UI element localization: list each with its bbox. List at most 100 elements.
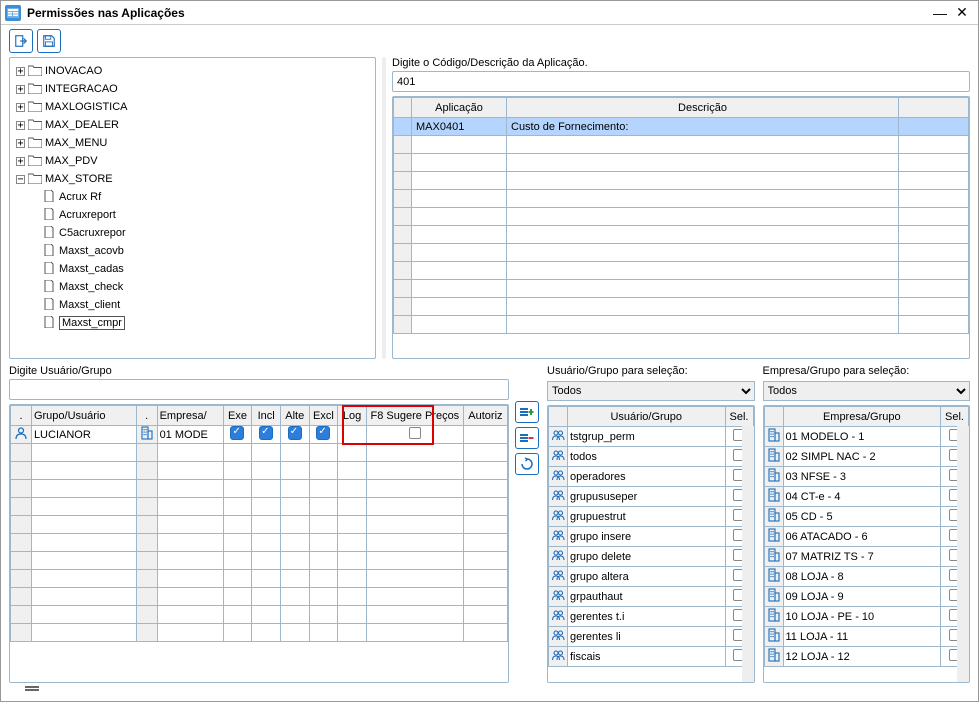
checkbox-checked-icon[interactable]: [288, 426, 302, 440]
app-row[interactable]: [394, 316, 969, 334]
app-row[interactable]: MAX0401Custo de Fornecimento:: [394, 118, 969, 136]
user-row[interactable]: grpauthaut: [549, 587, 754, 607]
company-row[interactable]: 04 CT-e - 4: [764, 487, 969, 507]
company-row[interactable]: 12 LOJA - 12: [764, 647, 969, 667]
resize-handle[interactable]: [25, 689, 39, 691]
company-row[interactable]: 10 LOJA - PE - 10: [764, 607, 969, 627]
perm-row[interactable]: [11, 480, 508, 498]
app-row[interactable]: [394, 136, 969, 154]
save-button[interactable]: [37, 29, 61, 53]
collapse-icon[interactable]: −: [16, 175, 25, 184]
perm-row[interactable]: [11, 444, 508, 462]
user-row[interactable]: grupo insere: [549, 527, 754, 547]
permissions-table[interactable]: . Grupo/Usuário . Empresa/ Exe Incl Alte…: [9, 404, 509, 683]
tree-file[interactable]: Maxst_client: [14, 296, 375, 314]
company-row[interactable]: 01 MODELO - 1: [764, 427, 969, 447]
perm-row[interactable]: [11, 624, 508, 642]
expand-icon[interactable]: +: [16, 103, 25, 112]
perm-row[interactable]: LUCIANOR01 MODE: [11, 426, 508, 444]
tree-file[interactable]: Acrux Rf: [14, 188, 375, 206]
tree-folder[interactable]: +MAX_PDV: [14, 152, 375, 170]
company-row[interactable]: 03 NFSE - 3: [764, 467, 969, 487]
app-row[interactable]: [394, 190, 969, 208]
col-app[interactable]: Aplicação: [412, 98, 507, 118]
tree-folder[interactable]: +MAX_DEALER: [14, 116, 375, 134]
user-row[interactable]: todos: [549, 447, 754, 467]
tree-folder[interactable]: +INTEGRACAO: [14, 80, 375, 98]
user-group-select[interactable]: Todos: [547, 381, 755, 401]
checkbox-checked-icon[interactable]: [230, 426, 244, 440]
user-row[interactable]: tstgrup_perm: [549, 427, 754, 447]
perm-row[interactable]: [11, 462, 508, 480]
scrollbar[interactable]: [742, 426, 754, 682]
app-row[interactable]: [394, 172, 969, 190]
app-row[interactable]: [394, 208, 969, 226]
expand-icon[interactable]: +: [16, 121, 25, 130]
perm-row[interactable]: [11, 516, 508, 534]
company-row[interactable]: 07 MATRIZ TS - 7: [764, 547, 969, 567]
perm-row[interactable]: [11, 552, 508, 570]
app-row[interactable]: [394, 154, 969, 172]
tree-file[interactable]: Maxst_cadas: [14, 260, 375, 278]
close-button[interactable]: ✕: [952, 4, 972, 22]
tree-file[interactable]: Maxst_cmpr: [14, 314, 375, 332]
user-search-input[interactable]: [9, 379, 509, 400]
perm-row[interactable]: [11, 606, 508, 624]
user-row[interactable]: grupo altera: [549, 567, 754, 587]
tree-file[interactable]: Acruxreport: [14, 206, 375, 224]
tree-folder[interactable]: +INOVACAO: [14, 62, 375, 80]
user-row[interactable]: gerentes t.i: [549, 607, 754, 627]
scrollbar[interactable]: [957, 426, 969, 682]
perm-row[interactable]: [11, 588, 508, 606]
remove-row-button[interactable]: [515, 427, 539, 449]
file-icon: [44, 298, 56, 312]
company-row[interactable]: 06 ATACADO - 6: [764, 527, 969, 547]
user-row[interactable]: fiscais: [549, 647, 754, 667]
company-group-select[interactable]: Todos: [763, 381, 971, 401]
company-row[interactable]: 08 LOJA - 8: [764, 567, 969, 587]
tree-folder[interactable]: +MAX_MENU: [14, 134, 375, 152]
minimize-button[interactable]: —: [930, 4, 950, 22]
company-row[interactable]: 05 CD - 5: [764, 507, 969, 527]
app-row[interactable]: [394, 280, 969, 298]
tree-folder[interactable]: +MAXLOGISTICA: [14, 98, 375, 116]
col-desc[interactable]: Descrição: [507, 98, 899, 118]
perm-row[interactable]: [11, 534, 508, 552]
tree-file[interactable]: Maxst_acovb: [14, 242, 375, 260]
tree-folder[interactable]: −MAX_STORE: [14, 170, 375, 188]
company-group-table[interactable]: Empresa/GrupoSel. 01 MODELO - 102 SIMPL …: [763, 405, 971, 683]
app-row[interactable]: [394, 262, 969, 280]
checkbox-checked-icon[interactable]: [316, 426, 330, 440]
refresh-button[interactable]: [515, 453, 539, 475]
apps-table[interactable]: Aplicação Descrição MAX0401Custo de Forn…: [392, 96, 970, 359]
vertical-resizer[interactable]: [382, 57, 386, 359]
folder-icon: [28, 65, 42, 77]
checkbox-checked-icon[interactable]: [259, 426, 273, 440]
app-row[interactable]: [394, 226, 969, 244]
add-row-button[interactable]: [515, 401, 539, 423]
checkbox-icon[interactable]: [409, 427, 421, 439]
app-row[interactable]: [394, 298, 969, 316]
user-group-table[interactable]: Usuário/GrupoSel. tstgrup_permtodosopera…: [547, 405, 755, 683]
export-button[interactable]: [9, 29, 33, 53]
expand-icon[interactable]: +: [16, 85, 25, 94]
tree-file[interactable]: Maxst_check: [14, 278, 375, 296]
user-row[interactable]: grupo delete: [549, 547, 754, 567]
title-bar: Permissões nas Aplicações — ✕: [1, 1, 978, 25]
user-row[interactable]: operadores: [549, 467, 754, 487]
company-row[interactable]: 09 LOJA - 9: [764, 587, 969, 607]
app-search-input[interactable]: [392, 71, 970, 92]
tree-panel[interactable]: +INOVACAO+INTEGRACAO+MAXLOGISTICA+MAX_DE…: [9, 57, 376, 359]
user-row[interactable]: grupuestrut: [549, 507, 754, 527]
tree-file[interactable]: C5acruxrepor: [14, 224, 375, 242]
perm-row[interactable]: [11, 498, 508, 516]
user-row[interactable]: grupususeper: [549, 487, 754, 507]
expand-icon[interactable]: +: [16, 139, 25, 148]
user-row[interactable]: gerentes li: [549, 627, 754, 647]
expand-icon[interactable]: +: [16, 67, 25, 76]
perm-row[interactable]: [11, 570, 508, 588]
company-row[interactable]: 02 SIMPL NAC - 2: [764, 447, 969, 467]
expand-icon[interactable]: +: [16, 157, 25, 166]
company-row[interactable]: 11 LOJA - 11: [764, 627, 969, 647]
app-row[interactable]: [394, 244, 969, 262]
